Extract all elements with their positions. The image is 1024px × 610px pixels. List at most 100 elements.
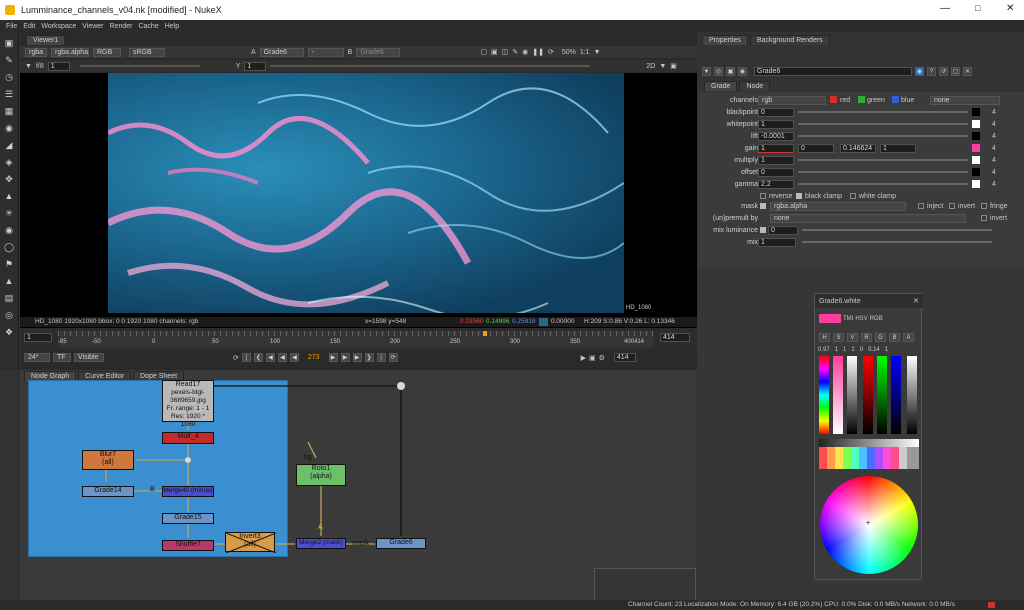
fstop-icon[interactable]: ▼ xyxy=(25,63,32,70)
lock-icon[interactable]: ▣ xyxy=(670,62,677,70)
node-merge2[interactable]: Merge2 (mask) xyxy=(296,538,346,549)
pause-icon[interactable]: ❚❚ xyxy=(532,48,544,56)
draw-icon[interactable]: ✎ xyxy=(3,54,15,66)
fps-dropdown[interactable]: 24* xyxy=(24,353,50,362)
maximize-button[interactable]: □ xyxy=(975,3,980,13)
menu-file[interactable]: File xyxy=(6,23,17,30)
step-back-button[interactable]: | xyxy=(241,353,251,362)
ratio-value[interactable]: 1:1 xyxy=(580,49,590,56)
gamma-count[interactable]: 4 xyxy=(992,181,996,188)
offset-field[interactable]: 0 xyxy=(758,168,794,177)
channel-icon[interactable]: ☰ xyxy=(3,88,15,100)
snapshot-icon[interactable]: ▣ xyxy=(589,354,596,362)
gain-field-b[interactable]: 0.146624 xyxy=(840,144,876,153)
gain-field-g[interactable]: 0 xyxy=(798,144,834,153)
mode-hsv[interactable]: HSV xyxy=(855,316,867,322)
loop-icon[interactable]: ⟳ xyxy=(233,354,239,362)
menu-render[interactable]: Render xyxy=(110,23,133,30)
channel-a-button[interactable]: A xyxy=(903,333,914,342)
tf-dropdown[interactable]: TF xyxy=(53,353,71,362)
color-picker-window[interactable]: Grade6.white ✕ TMI HSV RGB H S V R G B A… xyxy=(814,293,923,580)
gamma-field[interactable]: 2.2 xyxy=(758,180,794,189)
3d-icon[interactable]: ▲ xyxy=(3,190,15,202)
paint-icon[interactable]: ✎ xyxy=(512,48,518,56)
mix-luminance-check[interactable] xyxy=(760,227,766,233)
view2d-label[interactable]: 2D xyxy=(646,63,655,70)
channels-select[interactable]: rgb xyxy=(758,96,826,105)
color-picker-close-icon[interactable]: ✕ xyxy=(913,297,919,305)
tab-background-renders[interactable]: Background Renders xyxy=(749,34,830,45)
fringe-check[interactable] xyxy=(981,203,987,209)
playhead[interactable] xyxy=(483,331,487,336)
first-frame-button[interactable]: ❮ xyxy=(253,353,263,362)
prev-key-button[interactable]: ◀ xyxy=(265,353,275,362)
frame-end-field[interactable]: 414 xyxy=(660,333,690,342)
roi-icon[interactable]: ▢ xyxy=(480,48,487,56)
mix-luminance-field[interactable]: 0 xyxy=(768,226,798,235)
node-grade6[interactable]: Grade6 xyxy=(376,538,426,549)
blackpoint-slider[interactable] xyxy=(798,111,968,113)
lift-slider[interactable] xyxy=(798,135,968,137)
wipe-icon[interactable]: ◉ xyxy=(522,48,528,56)
viewer-canvas[interactable]: HD_1080 xyxy=(20,73,697,347)
gain-field[interactable]: 1 xyxy=(47,61,70,71)
multiply-count[interactable]: 4 xyxy=(992,157,996,164)
play-button[interactable]: ▶ xyxy=(328,353,338,362)
offset-swatch[interactable] xyxy=(972,168,980,176)
camera-icon[interactable]: ▣ xyxy=(726,67,735,76)
gain-count[interactable]: 4 xyxy=(992,145,996,152)
merge-icon[interactable]: ◈ xyxy=(3,156,15,168)
black-clamp-check[interactable] xyxy=(796,193,802,199)
gamma-slider[interactable] xyxy=(798,183,968,185)
swatch-grid[interactable] xyxy=(819,439,919,469)
deep-icon[interactable]: ◉ xyxy=(3,224,15,236)
play-back-button[interactable]: ◀ xyxy=(289,353,299,362)
reverse-check[interactable] xyxy=(760,193,766,199)
menu-edit[interactable]: Edit xyxy=(23,23,35,30)
collapse-icon[interactable]: ▼ xyxy=(702,67,711,76)
flipbook-icon[interactable]: ▶ xyxy=(581,354,586,362)
minimize-button[interactable]: — xyxy=(940,3,950,14)
gain-swatch[interactable] xyxy=(972,144,980,152)
views-icon[interactable]: ◯ xyxy=(3,241,15,253)
rgb-dropdown[interactable]: RGB xyxy=(93,47,121,57)
multiply-swatch[interactable] xyxy=(972,156,980,164)
next-key-button[interactable]: ▶ xyxy=(352,353,362,362)
red-check[interactable] xyxy=(830,96,837,103)
blackpoint-count[interactable]: 4 xyxy=(992,109,996,116)
node-invert[interactable]: Invert3 (all) xyxy=(225,532,276,553)
lift-field[interactable]: -0.0001 xyxy=(758,132,794,141)
tab-viewer1[interactable]: Viewer1 xyxy=(26,34,66,45)
display-dropdown[interactable]: sRGB xyxy=(129,47,165,57)
wheel-crosshair-icon[interactable]: + xyxy=(866,520,870,527)
menu-cache[interactable]: Cache xyxy=(138,23,158,30)
settings-icon[interactable]: ⚙ xyxy=(599,354,605,362)
menu-workspace[interactable]: Workspace xyxy=(41,23,76,30)
help-icon[interactable]: ? xyxy=(927,67,936,76)
val-slider[interactable] xyxy=(847,356,857,434)
lift-count[interactable]: 4 xyxy=(992,133,996,140)
current-frame[interactable]: 273 xyxy=(308,354,320,361)
next-frame-button[interactable]: ▶ xyxy=(340,353,350,362)
image-icon[interactable]: ▣ xyxy=(3,37,15,49)
metadata-icon[interactable]: ⚑ xyxy=(3,258,15,270)
channel-g-button[interactable]: G xyxy=(875,333,886,342)
node-icon[interactable]: ◉ xyxy=(738,67,747,76)
hue-slider[interactable] xyxy=(819,356,829,434)
revert-icon[interactable]: ↺ xyxy=(939,67,948,76)
node-roto[interactable]: Roto1 (alpha) xyxy=(296,464,346,486)
zoom-value[interactable]: 50% xyxy=(562,49,576,56)
mode-tmi[interactable]: TMI xyxy=(843,316,853,322)
float-icon[interactable]: ▢ xyxy=(951,67,960,76)
a-slider[interactable] xyxy=(907,356,917,434)
subtab-grade[interactable]: Grade xyxy=(704,81,738,91)
node-merge40[interactable]: Merge40 (minus) xyxy=(162,486,214,497)
cam-icon[interactable]: ▼ xyxy=(659,63,666,70)
channels-dropdown[interactable]: rgba xyxy=(25,47,47,57)
channel-s-button[interactable]: S xyxy=(833,333,844,342)
unpremult-invert-check[interactable] xyxy=(981,215,987,221)
transform-icon[interactable]: ✥ xyxy=(3,173,15,185)
furnace-icon[interactable]: ◎ xyxy=(3,309,15,321)
channel-h-button[interactable]: H xyxy=(819,333,830,342)
mix-luminance-slider[interactable] xyxy=(802,229,992,231)
